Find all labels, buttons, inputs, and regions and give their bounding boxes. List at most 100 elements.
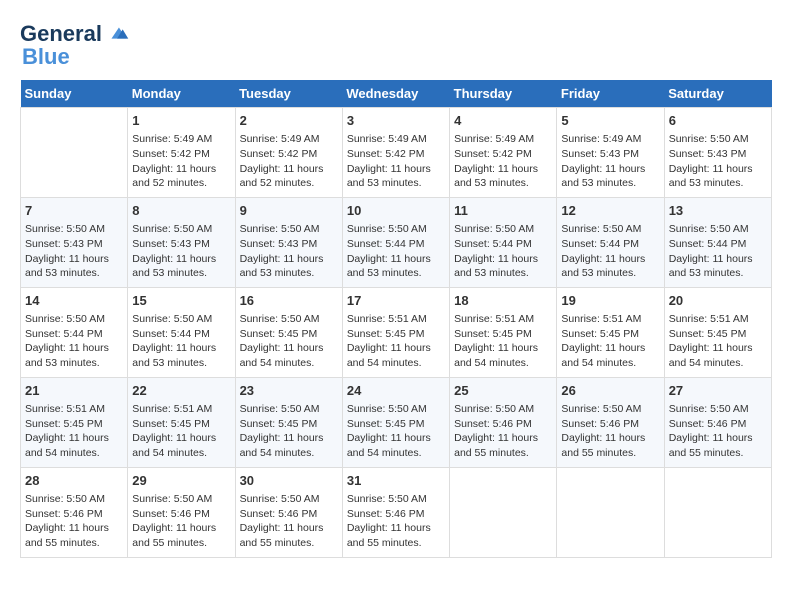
calendar-cell: 7Sunrise: 5:50 AMSunset: 5:43 PMDaylight… [21,197,128,287]
calendar-cell: 29Sunrise: 5:50 AMSunset: 5:46 PMDayligh… [128,467,235,557]
calendar-cell: 14Sunrise: 5:50 AMSunset: 5:44 PMDayligh… [21,287,128,377]
day-number: 3 [347,112,445,130]
day-number: 19 [561,292,659,310]
sunset-text: Sunset: 5:44 PM [669,238,747,250]
sunrise-text: Sunrise: 5:50 AM [454,223,534,235]
calendar-cell: 22Sunrise: 5:51 AMSunset: 5:45 PMDayligh… [128,377,235,467]
day-number: 20 [669,292,767,310]
calendar-cell: 4 Sunrise: 5:49 AM Sunset: 5:42 PM Daylight… [450,108,557,198]
day-number: 29 [132,472,230,490]
calendar-cell: 28Sunrise: 5:50 AMSunset: 5:46 PMDayligh… [21,467,128,557]
calendar-cell: 31Sunrise: 5:50 AMSunset: 5:46 PMDayligh… [342,467,449,557]
column-header-saturday: Saturday [664,80,771,108]
daylight-text: Daylight: 11 hours and 52 minutes. [132,163,216,190]
calendar-cell: 24Sunrise: 5:50 AMSunset: 5:45 PMDayligh… [342,377,449,467]
sunset-text: Sunset: 5:46 PM [669,418,747,430]
sunrise-text: Sunrise: 5:50 AM [454,403,534,415]
calendar-cell: 12Sunrise: 5:50 AMSunset: 5:44 PMDayligh… [557,197,664,287]
calendar-cell: 25Sunrise: 5:50 AMSunset: 5:46 PMDayligh… [450,377,557,467]
daylight-text: Daylight: 11 hours and 53 minutes. [347,163,431,190]
sunrise-text: Sunrise: 5:50 AM [347,223,427,235]
calendar-cell: 18Sunrise: 5:51 AMSunset: 5:45 PMDayligh… [450,287,557,377]
sunrise-text: Sunrise: 5:50 AM [669,223,749,235]
daylight-text: Daylight: 11 hours and 55 minutes. [454,432,538,459]
sunrise-text: Sunrise: 5:49 AM [132,133,212,145]
calendar-cell: 10Sunrise: 5:50 AMSunset: 5:44 PMDayligh… [342,197,449,287]
daylight-text: Daylight: 11 hours and 53 minutes. [561,253,645,280]
sunrise-text: Sunrise: 5:49 AM [347,133,427,145]
day-number: 23 [240,382,338,400]
calendar-cell: 27Sunrise: 5:50 AMSunset: 5:46 PMDayligh… [664,377,771,467]
day-number: 2 [240,112,338,130]
calendar-cell: 8Sunrise: 5:50 AMSunset: 5:43 PMDaylight… [128,197,235,287]
sunrise-text: Sunrise: 5:50 AM [25,313,105,325]
sunset-text: Sunset: 5:42 PM [132,148,210,160]
sunset-text: Sunset: 5:45 PM [240,418,318,430]
sunrise-text: Sunrise: 5:51 AM [25,403,105,415]
calendar-cell: 30Sunrise: 5:50 AMSunset: 5:46 PMDayligh… [235,467,342,557]
daylight-text: Daylight: 11 hours and 54 minutes. [669,342,753,369]
daylight-text: Daylight: 11 hours and 53 minutes. [132,342,216,369]
day-number: 30 [240,472,338,490]
sunrise-text: Sunrise: 5:50 AM [25,493,105,505]
column-header-sunday: Sunday [21,80,128,108]
calendar-header-row: SundayMondayTuesdayWednesdayThursdayFrid… [21,80,772,108]
daylight-text: Daylight: 11 hours and 55 minutes. [669,432,753,459]
calendar-cell [21,108,128,198]
week-row-1: 1 Sunrise: 5:49 AM Sunset: 5:42 PM Daylight… [21,108,772,198]
day-number: 13 [669,202,767,220]
daylight-text: Daylight: 11 hours and 54 minutes. [561,342,645,369]
day-number: 31 [347,472,445,490]
calendar-cell: 2Sunrise: 5:49 AMSunset: 5:42 PMDaylight… [235,108,342,198]
sunrise-text: Sunrise: 5:50 AM [347,493,427,505]
day-number: 22 [132,382,230,400]
day-number: 27 [669,382,767,400]
sunrise-text: Sunrise: 5:51 AM [454,313,534,325]
sunrise-text: Sunrise: 5:51 AM [669,313,749,325]
sunset-text: Sunset: 5:42 PM [347,148,425,160]
week-row-4: 21Sunrise: 5:51 AMSunset: 5:45 PMDayligh… [21,377,772,467]
daylight-text: Daylight: 11 hours and 53 minutes. [561,163,645,190]
daylight-text: Daylight: 11 hours and 53 minutes. [454,163,538,190]
column-header-friday: Friday [557,80,664,108]
day-number: 1 [132,112,230,130]
daylight-text: Daylight: 11 hours and 53 minutes. [347,253,431,280]
day-number: 6 [669,112,767,130]
day-number: 24 [347,382,445,400]
sunset-text: Sunset: 5:45 PM [240,328,318,340]
calendar-cell: 13Sunrise: 5:50 AMSunset: 5:44 PMDayligh… [664,197,771,287]
daylight-text: Daylight: 11 hours and 54 minutes. [240,342,324,369]
week-row-5: 28Sunrise: 5:50 AMSunset: 5:46 PMDayligh… [21,467,772,557]
daylight-text: Daylight: 11 hours and 54 minutes. [25,432,109,459]
day-number: 4 [454,112,552,130]
sunset-text: Sunset: 5:42 PM [454,148,532,160]
calendar-cell: 9Sunrise: 5:50 AMSunset: 5:43 PMDaylight… [235,197,342,287]
sunset-text: Sunset: 5:46 PM [347,508,425,520]
day-number: 14 [25,292,123,310]
sunset-text: Sunset: 5:44 PM [132,328,210,340]
sunset-text: Sunset: 5:46 PM [240,508,318,520]
calendar-cell: 21Sunrise: 5:51 AMSunset: 5:45 PMDayligh… [21,377,128,467]
day-number: 12 [561,202,659,220]
calendar-cell: 16Sunrise: 5:50 AMSunset: 5:45 PMDayligh… [235,287,342,377]
sunset-text: Sunset: 5:44 PM [561,238,639,250]
daylight-text: Daylight: 11 hours and 53 minutes. [669,163,753,190]
logo-text: General [20,22,102,46]
sunrise-text: Sunrise: 5:49 AM [454,133,534,145]
sunrise-text: Sunrise: 5:50 AM [561,403,641,415]
daylight-text: Daylight: 11 hours and 53 minutes. [25,342,109,369]
sunset-text: Sunset: 5:44 PM [347,238,425,250]
sunset-text: Sunset: 5:43 PM [240,238,318,250]
sunset-text: Sunset: 5:45 PM [25,418,103,430]
calendar-cell: 3 Sunrise: 5:49 AM Sunset: 5:42 PM Daylight… [342,108,449,198]
calendar-cell: 15Sunrise: 5:50 AMSunset: 5:44 PMDayligh… [128,287,235,377]
calendar-table: SundayMondayTuesdayWednesdayThursdayFrid… [20,80,772,558]
calendar-cell: 23Sunrise: 5:50 AMSunset: 5:45 PMDayligh… [235,377,342,467]
calendar-cell: 6Sunrise: 5:50 AMSunset: 5:43 PMDaylight… [664,108,771,198]
sunrise-text: Sunrise: 5:50 AM [240,223,320,235]
daylight-text: Daylight: 11 hours and 55 minutes. [561,432,645,459]
logo-icon [104,20,132,48]
calendar-cell: 5Sunrise: 5:49 AMSunset: 5:43 PMDaylight… [557,108,664,198]
week-row-2: 7Sunrise: 5:50 AMSunset: 5:43 PMDaylight… [21,197,772,287]
column-header-tuesday: Tuesday [235,80,342,108]
